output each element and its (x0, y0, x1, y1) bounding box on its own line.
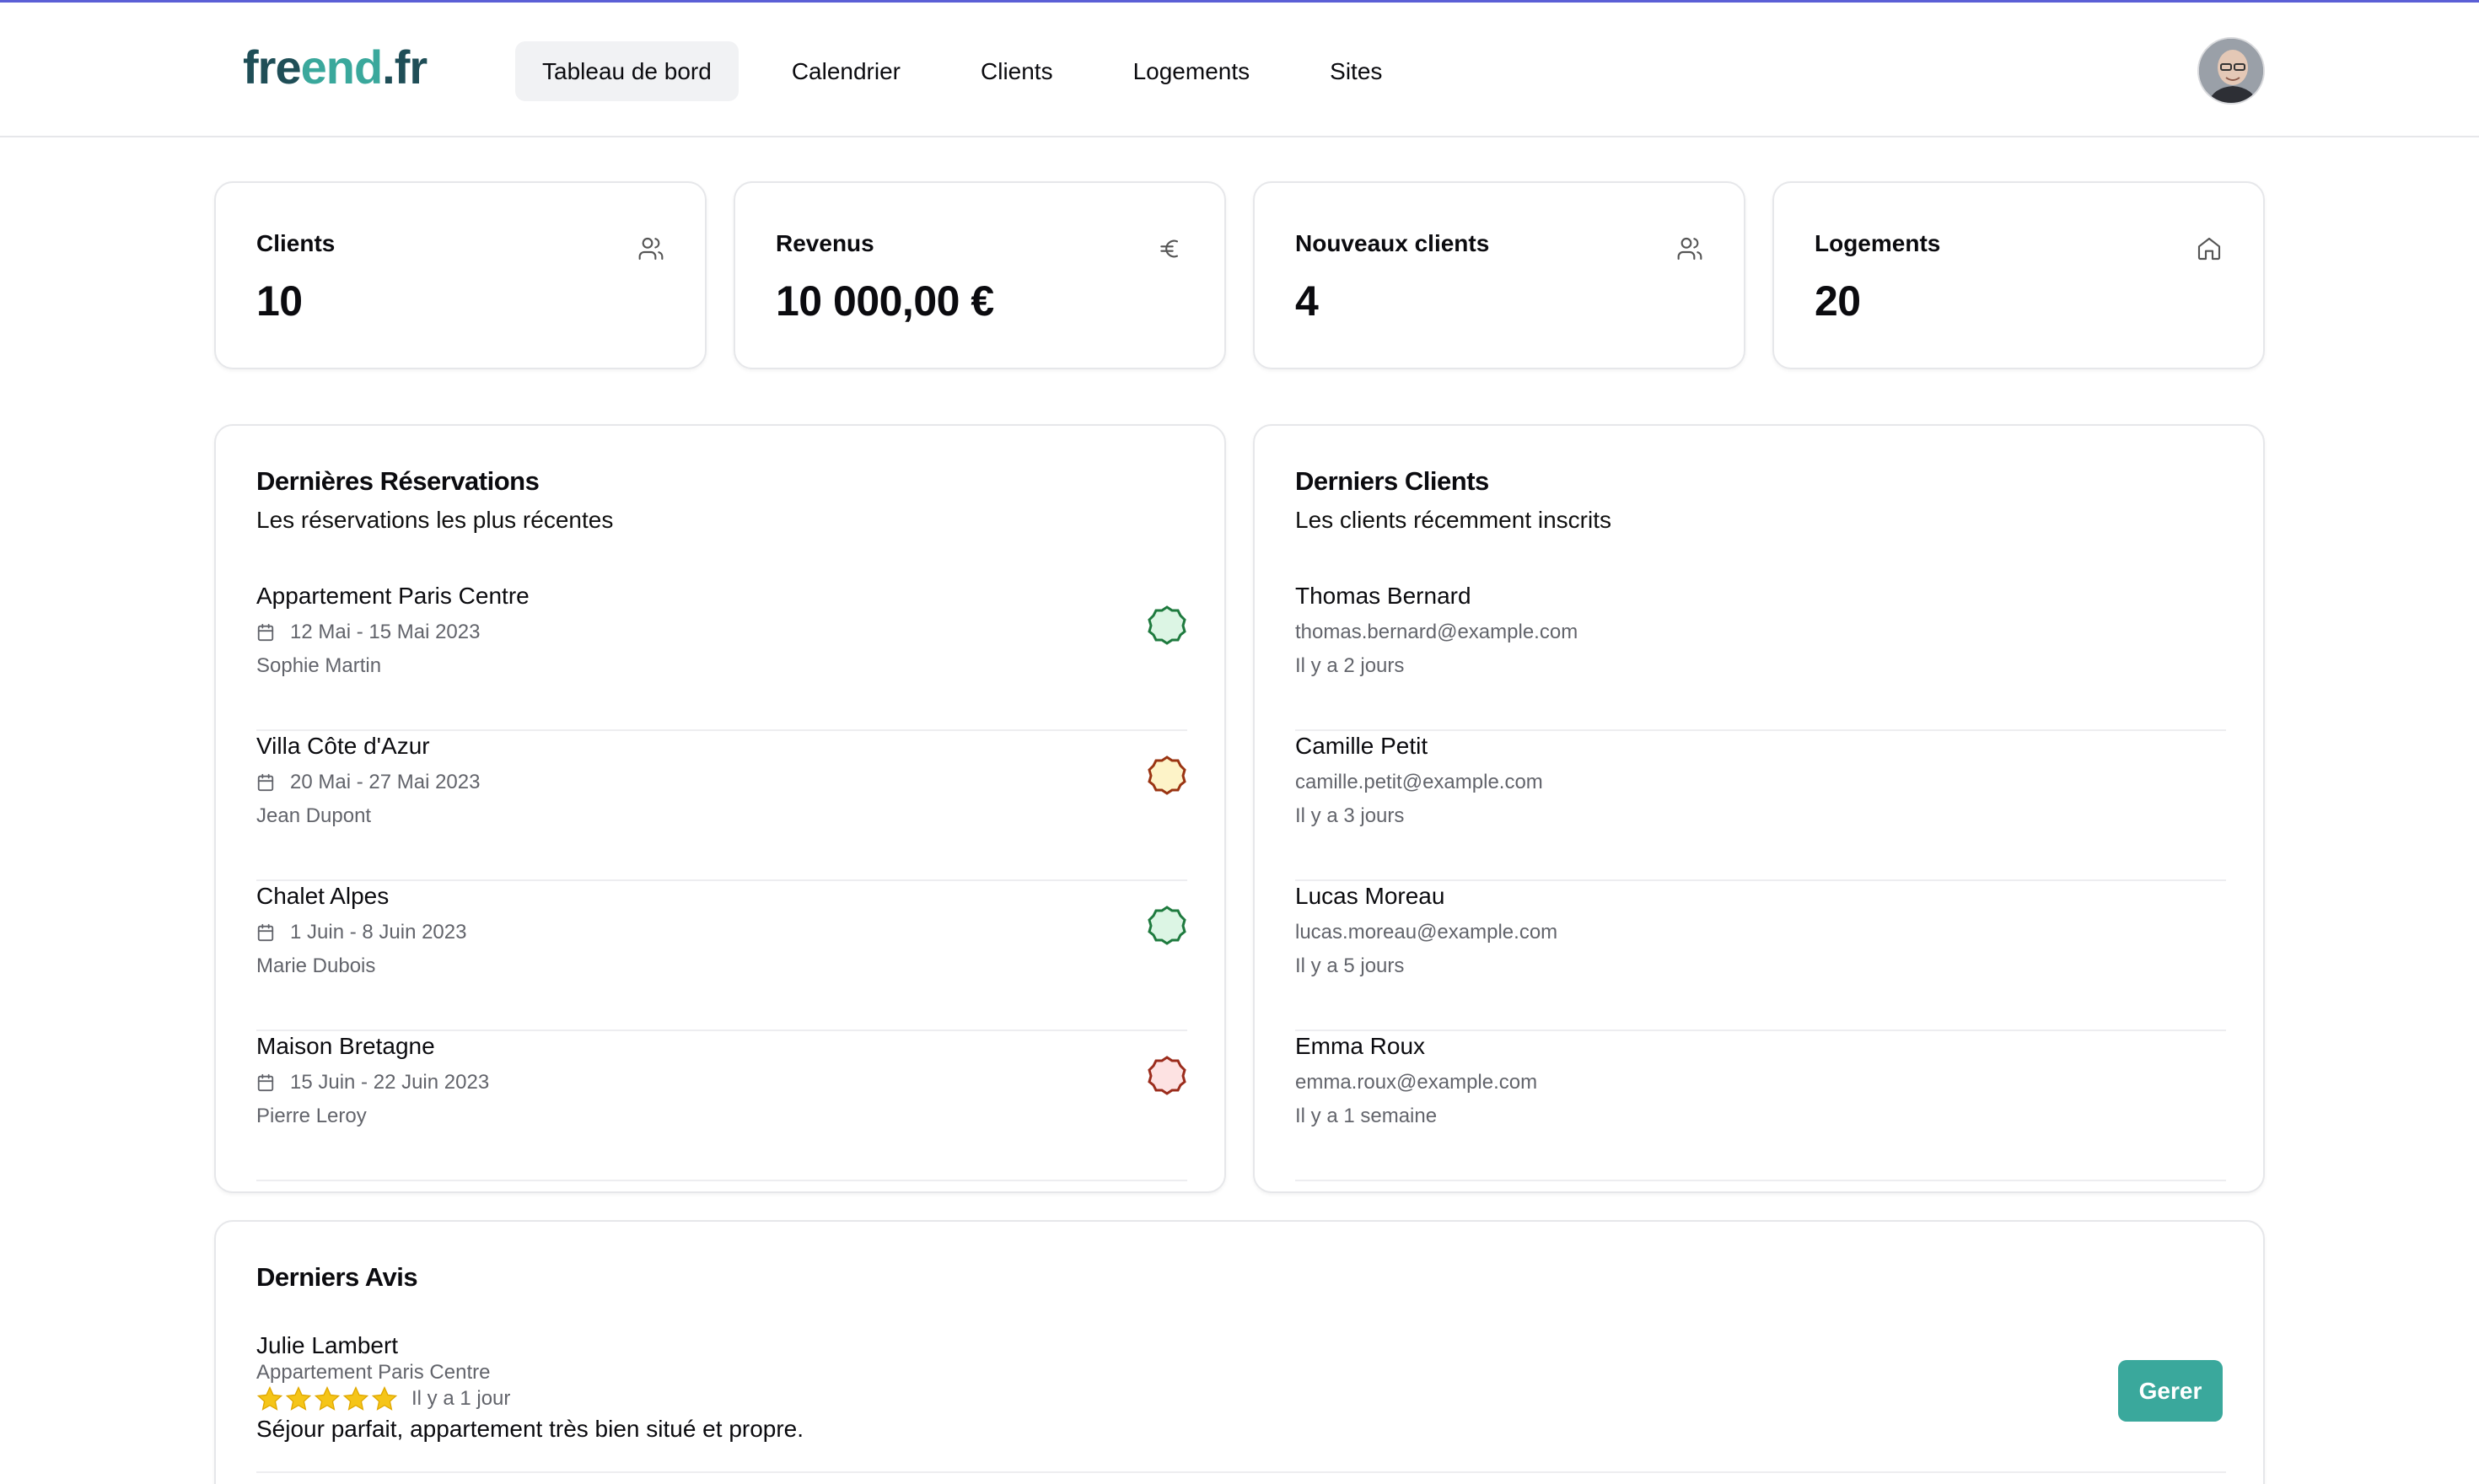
rating-stars (256, 1385, 398, 1412)
star-icon (342, 1386, 369, 1411)
reservation-dates-text: 12 Mai - 15 Mai 2023 (290, 621, 481, 643)
client-item[interactable]: Lucas Moreau lucas.moreau@example.com Il… (1295, 881, 2226, 1031)
star-icon (256, 1386, 283, 1411)
stat-card-logements: Logements 20 (1772, 181, 2265, 369)
card-subtitle: Les clients récemment inscrits (1295, 507, 1612, 533)
reservation-name: Villa Côte d'Azur (256, 733, 430, 759)
client-item[interactable]: Thomas Bernard thomas.bernard@example.co… (1295, 581, 2226, 731)
reservation-client: Marie Dubois (256, 954, 376, 977)
nav-item-logements[interactable]: Logements (1106, 41, 1277, 101)
card-subtitle: Les réservations les plus récentes (256, 507, 614, 533)
clients-card: Derniers Clients Les clients récemment i… (1253, 424, 2265, 1193)
star-icon (371, 1386, 398, 1411)
client-name: Emma Roux (1295, 1033, 1426, 1059)
review-text: Séjour parfait, appartement très bien si… (256, 1416, 804, 1442)
client-email: lucas.moreau@example.com (1295, 921, 1558, 944)
reservation-dates-text: 20 Mai - 27 Mai 2023 (290, 771, 481, 793)
star-icon (314, 1386, 341, 1411)
review-author: Julie Lambert (256, 1332, 399, 1358)
client-email: thomas.bernard@example.com (1295, 621, 1578, 643)
card-title: Derniers Clients (1295, 466, 1489, 496)
client-name: Lucas Moreau (1295, 883, 1445, 909)
reservation-item[interactable]: Maison Bretagne 15 Juin - 22 Juin 2023 P… (256, 1031, 1187, 1181)
reservation-name: Chalet Alpes (256, 883, 390, 909)
star-icon (285, 1386, 312, 1411)
nav-item-tableau-de-bord[interactable]: Tableau de bord (515, 41, 739, 101)
stat-card-clients: Clients 10 (214, 181, 707, 369)
reservation-item[interactable]: Villa Côte d'Azur 20 Mai - 27 Mai 2023 J… (256, 731, 1187, 881)
nav-item-sites[interactable]: Sites (1303, 41, 1409, 101)
stat-card-nouveaux-clients: Nouveaux clients 4 (1253, 181, 1745, 369)
client-item[interactable]: Emma Roux emma.roux@example.com Il y a 1… (1295, 1031, 2226, 1181)
review-item: Julie Lambert Appartement Paris Centre I… (256, 1331, 2226, 1473)
stat-value: 10 (256, 277, 303, 325)
top-header: freend.fr Tableau de bord Calendrier Cli… (0, 3, 2479, 137)
nav-item-clients[interactable]: Clients (954, 41, 1080, 101)
reviews-card: Derniers Avis Julie Lambert Appartement … (214, 1220, 2265, 1484)
reservations-list: Appartement Paris Centre 12 Mai - 15 Mai… (256, 581, 1187, 1181)
client-since: Il y a 1 semaine (1295, 1105, 1438, 1127)
calendar-icon (257, 923, 274, 942)
users-icon (638, 237, 664, 261)
stat-value: 4 (1295, 277, 1319, 325)
calendar-icon (257, 623, 274, 642)
client-since: Il y a 5 jours (1295, 954, 1405, 977)
users-icon (1677, 237, 1702, 261)
client-since: Il y a 2 jours (1295, 654, 1405, 677)
client-name: Camille Petit (1295, 733, 1428, 759)
user-avatar[interactable] (2197, 37, 2265, 105)
reservation-dates: 20 Mai - 27 Mai 2023 (256, 770, 480, 795)
stat-title: Nouveaux clients (1295, 230, 1490, 256)
stat-title: Logements (1815, 230, 1941, 256)
avatar-portrait (2199, 39, 2263, 103)
stat-title: Clients (256, 230, 336, 256)
status-badge-icon (1148, 906, 1186, 945)
reservations-card: Dernières Réservations Les réservations … (214, 424, 1226, 1193)
review-meta: Il y a 1 jour (256, 1385, 2226, 1412)
calendar-icon (257, 773, 274, 792)
card-title: Dernières Réservations (256, 466, 540, 496)
stat-card-revenus: Revenus 10 000,00 € (734, 181, 1226, 369)
stat-value: 10 000,00 € (776, 277, 994, 325)
reservation-client: Pierre Leroy (256, 1105, 367, 1127)
nav-item-calendrier[interactable]: Calendrier (765, 41, 928, 101)
freend-logo[interactable]: freend.fr (243, 38, 428, 97)
clients-list: Thomas Bernard thomas.bernard@example.co… (1295, 581, 2226, 1181)
reservation-dates: 12 Mai - 15 Mai 2023 (256, 620, 480, 645)
review-since: Il y a 1 jour (411, 1387, 511, 1410)
manage-review-button[interactable]: Gerer (2118, 1360, 2223, 1422)
reservation-item[interactable]: Appartement Paris Centre 12 Mai - 15 Mai… (256, 581, 1187, 731)
reservation-client: Jean Dupont (256, 804, 372, 827)
main-nav: Tableau de bord Calendrier Clients Logem… (515, 41, 1435, 101)
dashboard-page: freend.fr Tableau de bord Calendrier Cli… (0, 3, 2479, 1484)
client-item[interactable]: Camille Petit camille.petit@example.com … (1295, 731, 2226, 881)
reservation-dates-text: 15 Juin - 22 Juin 2023 (290, 1071, 490, 1094)
client-email: emma.roux@example.com (1295, 1071, 1538, 1094)
card-title: Derniers Avis (256, 1262, 418, 1292)
client-name: Thomas Bernard (1295, 583, 1471, 609)
status-badge-icon (1148, 755, 1186, 795)
reservation-name: Appartement Paris Centre (256, 583, 530, 609)
reservation-dates: 15 Juin - 22 Juin 2023 (256, 1070, 489, 1095)
review-property: Appartement Paris Centre (256, 1361, 491, 1384)
euro-icon (1160, 239, 1179, 258)
status-badge-icon (1148, 605, 1186, 645)
calendar-icon (257, 1073, 274, 1092)
reservation-dates-text: 1 Juin - 8 Juin 2023 (290, 921, 467, 944)
reservation-client: Sophie Martin (256, 654, 382, 677)
client-since: Il y a 3 jours (1295, 804, 1405, 827)
reservation-item[interactable]: Chalet Alpes 1 Juin - 8 Juin 2023 Marie … (256, 881, 1187, 1031)
stats-row: Clients 10 Revenus 10 000,00 € Nouveaux … (214, 181, 2265, 369)
status-badge-icon (1148, 1056, 1186, 1095)
reservation-dates: 1 Juin - 8 Juin 2023 (256, 920, 466, 945)
stat-value: 20 (1815, 277, 1861, 325)
client-email: camille.petit@example.com (1295, 771, 1543, 793)
stat-title: Revenus (776, 230, 874, 256)
home-icon (2197, 237, 2221, 261)
reservation-name: Maison Bretagne (256, 1033, 435, 1059)
